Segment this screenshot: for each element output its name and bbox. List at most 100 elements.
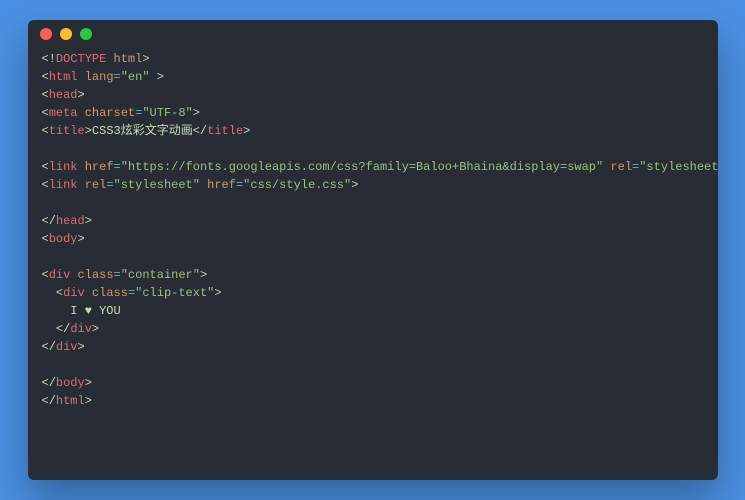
- code-token: </: [42, 214, 56, 228]
- code-token: =: [114, 160, 121, 174]
- code-token: </: [42, 376, 56, 390]
- code-token: body: [49, 232, 78, 246]
- code-token: html: [49, 70, 78, 84]
- code-token: <: [42, 106, 49, 120]
- code-line[interactable]: <meta charset="UTF-8">: [42, 104, 704, 122]
- minimize-icon[interactable]: [60, 28, 72, 40]
- code-token: <: [42, 88, 49, 102]
- code-token: class: [78, 268, 114, 282]
- code-line[interactable]: <title>CSS3炫彩文字动画</title>: [42, 122, 704, 140]
- code-token: [106, 52, 113, 66]
- code-token: href: [85, 160, 114, 174]
- window-titlebar: [28, 20, 718, 48]
- code-token: "https://fonts.googleapis.com/css?family…: [121, 160, 603, 174]
- code-token: charset: [85, 106, 135, 120]
- code-token: "stylesheet": [114, 178, 200, 192]
- code-token: >: [78, 88, 85, 102]
- code-token: =: [114, 70, 121, 84]
- code-token: head: [56, 214, 85, 228]
- code-token: "stylesheet": [639, 160, 717, 174]
- code-token: </: [42, 394, 56, 408]
- code-token: "en": [121, 70, 150, 84]
- code-line[interactable]: <div class="container">: [42, 266, 704, 284]
- code-line[interactable]: <head>: [42, 86, 704, 104]
- code-token: >: [92, 322, 99, 336]
- code-token: title: [49, 124, 85, 138]
- code-token: >: [78, 340, 85, 354]
- blank-line: [42, 140, 704, 158]
- code-token: link: [49, 178, 78, 192]
- code-line[interactable]: <!DOCTYPE html>: [42, 50, 704, 68]
- code-token: [78, 178, 85, 192]
- code-line[interactable]: </body>: [42, 374, 704, 392]
- code-token: >: [78, 232, 85, 246]
- code-token: >: [142, 52, 149, 66]
- maximize-icon[interactable]: [80, 28, 92, 40]
- code-token: div: [56, 340, 78, 354]
- code-token: [78, 70, 85, 84]
- code-token: href: [207, 178, 236, 192]
- code-token: "UTF-8": [142, 106, 192, 120]
- code-token: meta: [49, 106, 78, 120]
- code-token: body: [56, 376, 85, 390]
- code-token: "container": [121, 268, 200, 282]
- code-token: DOCTYPE: [56, 52, 106, 66]
- code-token: class: [92, 286, 128, 300]
- code-token: html: [56, 394, 85, 408]
- code-token: >: [85, 214, 92, 228]
- code-token: >: [200, 268, 207, 282]
- code-token: rel: [610, 160, 632, 174]
- code-token: </: [193, 124, 207, 138]
- code-token: div: [49, 268, 71, 282]
- code-line[interactable]: </html>: [42, 392, 704, 410]
- code-token: [85, 286, 92, 300]
- code-token: lang: [85, 70, 114, 84]
- code-token: >: [85, 376, 92, 390]
- code-line[interactable]: <div class="clip-text">: [42, 284, 704, 302]
- code-area[interactable]: <!DOCTYPE html><html lang="en" ><head><m…: [28, 48, 718, 424]
- code-token: >: [193, 106, 200, 120]
- blank-line: [42, 248, 704, 266]
- code-token: <: [42, 124, 49, 138]
- code-token: <: [42, 286, 64, 300]
- code-token: head: [49, 88, 78, 102]
- close-icon[interactable]: [40, 28, 52, 40]
- code-line[interactable]: </div>: [42, 338, 704, 356]
- editor-window: <!DOCTYPE html><html lang="en" ><head><m…: [28, 20, 718, 480]
- code-token: title: [207, 124, 243, 138]
- blank-line: [42, 194, 704, 212]
- code-token: <: [42, 232, 49, 246]
- code-token: div: [70, 322, 92, 336]
- code-token: =: [114, 268, 121, 282]
- code-token: >: [85, 124, 92, 138]
- code-token: =: [106, 178, 113, 192]
- code-line[interactable]: <html lang="en" >: [42, 68, 704, 86]
- code-token: <!: [42, 52, 56, 66]
- code-line[interactable]: <link href="https://fonts.googleapis.com…: [42, 158, 704, 176]
- code-token: </: [42, 340, 56, 354]
- code-token: div: [63, 286, 85, 300]
- code-line[interactable]: </div>: [42, 320, 704, 338]
- code-token: I ♥ YOU: [42, 304, 121, 318]
- code-token: [78, 106, 85, 120]
- code-token: [78, 160, 85, 174]
- code-token: <: [42, 160, 49, 174]
- code-token: link: [49, 160, 78, 174]
- code-token: >: [351, 178, 358, 192]
- blank-line: [42, 356, 704, 374]
- code-token: <: [42, 268, 49, 282]
- code-token: "clip-text": [135, 286, 214, 300]
- code-line[interactable]: </head>: [42, 212, 704, 230]
- code-token: [70, 268, 77, 282]
- code-line[interactable]: I ♥ YOU: [42, 302, 704, 320]
- code-token: >: [150, 70, 164, 84]
- code-line[interactable]: <body>: [42, 230, 704, 248]
- code-token: >: [243, 124, 250, 138]
- code-token: </: [42, 322, 71, 336]
- code-token: html: [114, 52, 143, 66]
- code-token: "css/style.css": [243, 178, 351, 192]
- code-line[interactable]: <link rel="stylesheet" href="css/style.c…: [42, 176, 704, 194]
- code-token: <: [42, 70, 49, 84]
- code-token: rel: [85, 178, 107, 192]
- code-token: CSS3炫彩文字动画: [92, 124, 193, 138]
